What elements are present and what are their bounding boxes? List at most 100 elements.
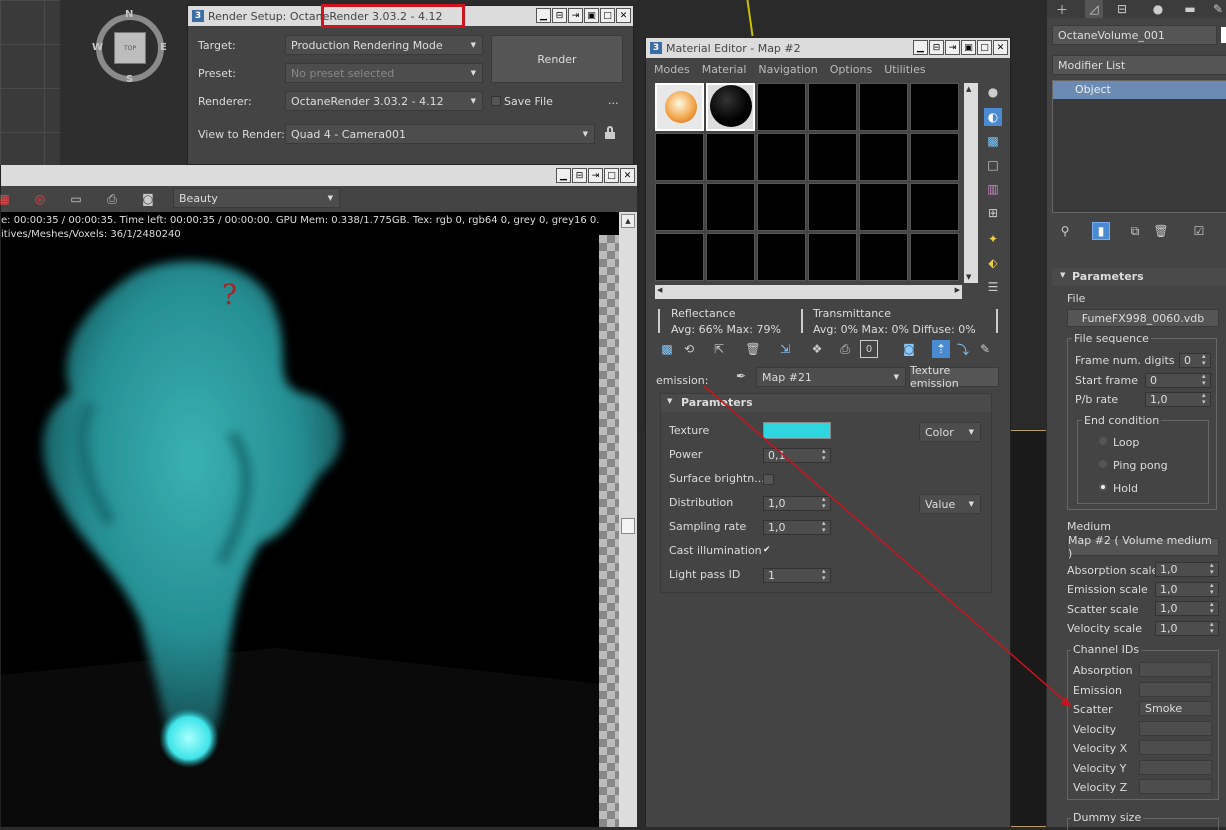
sample-slot[interactable] [859, 83, 908, 131]
menu-navigation[interactable]: Navigation [758, 63, 817, 76]
sample-slot[interactable] [910, 233, 959, 281]
configure-modifier-sets-icon[interactable]: ☑ [1190, 222, 1208, 240]
save-file-checkbox[interactable] [491, 96, 501, 106]
get-material-icon[interactable]: ▩ [658, 340, 676, 358]
lock-icon[interactable] [605, 126, 615, 140]
file-button[interactable]: FumeFX998_0060.vdb [1067, 309, 1219, 327]
frame-maximize-icon[interactable]: □ [604, 168, 619, 183]
sample-slot[interactable] [706, 183, 755, 231]
put-to-library-icon[interactable]: ❖ [808, 340, 826, 358]
print-icon[interactable]: ⎙ [103, 190, 121, 208]
restore-icon[interactable]: ⊟ [552, 8, 567, 23]
menu-modes[interactable]: Modes [654, 63, 690, 76]
sample-slot[interactable] [859, 233, 908, 281]
material-navigator-icon[interactable]: ☰ [984, 278, 1002, 296]
sample-slot[interactable] [910, 133, 959, 181]
sample-slot[interactable] [706, 133, 755, 181]
texture-mode-dropdown[interactable]: Color [919, 422, 981, 442]
viewport-bottom-right[interactable] [1010, 430, 1050, 827]
sample-uv-tiling-icon[interactable]: □ [984, 156, 1002, 174]
channel-dropdown[interactable]: Beauty [173, 188, 340, 208]
sample-slot[interactable] [910, 183, 959, 231]
lifesaver-icon[interactable]: ◎ [31, 190, 49, 208]
close-icon[interactable]: ✕ [616, 8, 631, 23]
sample-slot[interactable] [655, 233, 704, 281]
viewcube[interactable]: TOP N S W E [92, 9, 167, 85]
sample-slot[interactable] [655, 83, 704, 131]
sample-slot[interactable] [859, 133, 908, 181]
scroll-up-icon[interactable]: ▲ [621, 214, 635, 228]
cast-illumination-checkbox[interactable]: ✔ [763, 545, 774, 556]
make-unique-stack-icon[interactable]: ⧉ [1126, 222, 1144, 240]
show-end-result-icon[interactable]: ▮ [1092, 222, 1110, 240]
light-pass-id-spinner[interactable]: 1 [763, 568, 831, 583]
power-spinner[interactable]: 0,1 [763, 448, 831, 463]
map-name-dropdown[interactable]: Map #21 [756, 367, 906, 387]
frame-restore-icon[interactable]: ⊟ [572, 168, 587, 183]
go-forward-sibling-icon[interactable]: ⤵ [954, 340, 972, 358]
reset-map-icon[interactable]: 🗑 [744, 340, 762, 358]
slots-scroll-down-icon[interactable]: ▼ [966, 273, 971, 281]
view-to-render-dropdown[interactable]: Quad 4 - Camera001 [285, 124, 595, 144]
options-icon[interactable]: ✦ [984, 230, 1002, 248]
material-effects-channel-icon[interactable]: ⎙ [836, 340, 854, 358]
me-maximize-icon[interactable]: □ [977, 40, 992, 55]
video-color-check-icon[interactable]: ▥ [984, 180, 1002, 198]
maximize-icon[interactable]: □ [600, 8, 615, 23]
me-restore-icon[interactable]: ⊟ [929, 40, 944, 55]
medium-button[interactable]: Map #2 ( Volume medium ) [1067, 534, 1219, 560]
sample-slot[interactable] [808, 83, 857, 131]
sample-slot[interactable] [706, 233, 755, 281]
show-map-in-viewport-icon[interactable]: ◙ [900, 340, 918, 358]
slots-vscroll[interactable]: ▲ ▼ [964, 83, 978, 283]
go-to-parent-icon[interactable]: ⇡ [932, 340, 950, 358]
distribution-mode-dropdown[interactable]: Value [919, 494, 981, 514]
channel-velocity-x-field[interactable] [1139, 740, 1212, 755]
target-dropdown[interactable]: Production Rendering Mode [285, 35, 483, 55]
sample-slot[interactable] [757, 183, 806, 231]
effects-channel-0-icon[interactable]: 0 [860, 340, 878, 358]
scroll-thumb[interactable] [621, 518, 635, 534]
sample-slot[interactable] [655, 183, 704, 231]
object-name-field[interactable]: OctaneVolume_001 [1052, 25, 1217, 45]
more-options-button[interactable]: ... [608, 94, 619, 107]
assign-to-selection-icon[interactable]: ⇱ [710, 340, 728, 358]
make-unique-icon[interactable]: ⇲ [776, 340, 794, 358]
frame-pin-icon[interactable]: ⇥ [588, 168, 603, 183]
sample-type-icon[interactable]: ● [984, 83, 1002, 101]
menu-material[interactable]: Material [702, 63, 747, 76]
stack-item-object[interactable]: Object [1053, 81, 1226, 99]
me-close-icon[interactable]: ✕ [993, 40, 1008, 55]
tile-icon[interactable]: ▣ [584, 8, 599, 23]
camera-icon[interactable]: ◙ [139, 190, 157, 208]
preset-dropdown[interactable]: No preset selected [285, 63, 483, 83]
scatter-scale-spinner[interactable]: 1,0 [1155, 601, 1219, 616]
distribution-spinner[interactable]: 1,0 [763, 496, 831, 511]
material-editor-titlebar[interactable]: 3 Material Editor - Map #2 ▁ ⊟ ⇥ ▣ □ ✕ [646, 38, 1010, 58]
params-rollout-header[interactable]: ▼ Parameters [661, 394, 991, 412]
map-type-button[interactable]: Texture emission [909, 364, 999, 390]
frame-titlebar[interactable]: ▁ ⊟ ⇥ □ ✕ [1, 165, 637, 186]
pin-icon[interactable]: ⇥ [568, 8, 583, 23]
frame-close-icon[interactable]: ✕ [620, 168, 635, 183]
menu-options[interactable]: Options [830, 63, 872, 76]
slots-scroll-right-icon[interactable]: ▶ [955, 286, 960, 294]
hold-radio[interactable] [1099, 483, 1107, 491]
emission-scale-spinner[interactable]: 1,0 [1155, 582, 1219, 597]
sample-slot[interactable] [706, 83, 755, 131]
sample-slot[interactable] [808, 133, 857, 181]
slots-scroll-up-icon[interactable]: ▲ [966, 85, 971, 93]
sample-slot[interactable] [910, 83, 959, 131]
me-pin-icon[interactable]: ⇥ [945, 40, 960, 55]
create-tab-icon[interactable]: ＋ [1053, 0, 1071, 18]
frame-minimize-icon[interactable]: ▁ [556, 168, 571, 183]
minimize-icon[interactable]: ▁ [536, 8, 551, 23]
ping-pong-radio[interactable] [1099, 460, 1107, 468]
frame-scrollbar[interactable]: ▲ [619, 212, 637, 827]
render-setup-titlebar[interactable]: 3 Render Setup: Octa neRender 3.03.2 - 4.… [188, 4, 633, 28]
modify-tab-icon[interactable]: ◿ [1085, 0, 1103, 18]
sample-slot[interactable] [757, 83, 806, 131]
slots-scroll-left-icon[interactable]: ◀ [657, 286, 662, 294]
absorption-scale-spinner[interactable]: 1,0 [1155, 562, 1219, 577]
surface-brightness-checkbox[interactable] [763, 474, 774, 485]
